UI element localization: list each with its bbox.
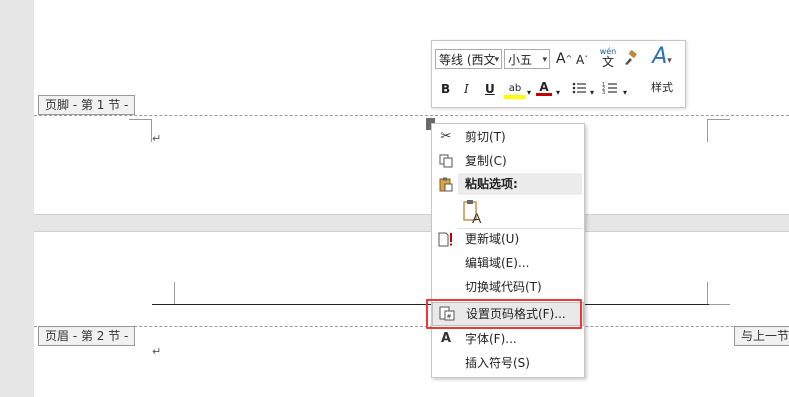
font-name-combo[interactable]: 等线 (西文 ▾ [435,49,502,69]
svg-text:3: 3 [602,90,605,96]
update-field-icon [438,228,454,255]
highlight-annotation-box [426,299,582,329]
paste-options-header: 粘贴选项: [458,173,582,195]
paste-keep-text-only-button[interactable]: A [462,199,484,226]
menu-item-insert-symbol[interactable]: 插入符号(S) [432,352,584,374]
margin-corner-mark [707,119,730,142]
chevron-down-icon: ▾ [542,55,547,65]
header-boundary-line [34,326,789,327]
footer-section-tag: 页脚 - 第 1 节 - [38,95,136,115]
clipboard-text-icon: A [463,200,482,226]
menu-item-update-field[interactable]: 更新域(U) [432,228,584,250]
numbering-button[interactable]: 1 2 3 [602,80,618,100]
styles-button[interactable]: A▾ 样式 [645,45,679,97]
styles-icon: A▾ [652,44,672,69]
chevron-down-icon: ▾ [494,55,499,65]
document-page-2: 页眉 - 第 2 节 - 与上一节 ↵ [34,231,789,397]
numbering-icon: 1 2 3 [602,82,617,96]
font-color-button[interactable]: A [536,79,552,96]
menu-item-cut[interactable]: ✂ 剪切(T) [432,126,584,148]
font-icon: A [440,331,452,346]
paste-header-icon-cell [432,173,458,195]
scissors-icon: ✂ [440,129,452,144]
highlight-color-bar [504,95,526,99]
svg-text:A: A [472,210,482,225]
mini-toolbar: 等线 (西文 ▾ 小五 ▾ A^ Aˇ wén 文 A▾ 样式 B I U ab… [431,40,686,108]
bullets-button[interactable] [571,80,587,100]
phonetic-guide-icon: 文 [601,55,614,69]
highlight-button[interactable]: ab [504,79,526,99]
footer-boundary-line [34,115,789,116]
margin-corner-mark [707,282,730,305]
chevron-down-icon[interactable]: ▾ [590,85,594,101]
menu-item-copy[interactable]: 复制(C) [432,150,584,172]
paragraph-mark: ↵ [152,132,162,145]
chevron-down-icon[interactable]: ▾ [527,85,531,101]
menu-item-font[interactable]: A 字体(F)... [432,328,584,350]
paste-icon [438,173,454,200]
bold-button[interactable]: B [441,81,450,97]
font-name-value: 等线 (西文 [439,53,496,67]
paragraph-mark: ↵ [152,345,162,358]
chevron-down-icon[interactable]: ▾ [623,85,627,101]
link-to-previous-tag: 与上一节 [734,326,789,346]
menu-item-toggle-field-codes[interactable]: 切换域代码(T) [432,276,584,298]
margin-corner-mark [129,119,152,142]
underline-button[interactable]: U [485,81,495,97]
shrink-font-button[interactable]: Aˇ [576,52,588,68]
margin-corner-mark [152,282,175,305]
font-size-combo[interactable]: 小五 ▾ [504,49,550,69]
styles-label: 样式 [651,81,673,94]
chevron-down-icon[interactable]: ▾ [556,85,560,101]
header-section-tag: 页眉 - 第 2 节 - [38,326,136,346]
italic-button[interactable]: I [464,81,469,97]
format-painter-button[interactable] [622,49,638,70]
grow-font-button[interactable]: A^ [556,51,572,67]
context-menu: ✂ 剪切(T) 复制(C) 粘贴选项: A 更新域(U) 编辑域(E)... 切… [431,123,585,378]
menu-item-edit-field[interactable]: 编辑域(E)... [432,252,584,274]
font-size-value: 小五 [508,53,533,67]
phonetic-guide-button[interactable]: wén 文 [599,47,617,69]
brush-icon [625,49,637,65]
bullets-icon [572,82,586,94]
